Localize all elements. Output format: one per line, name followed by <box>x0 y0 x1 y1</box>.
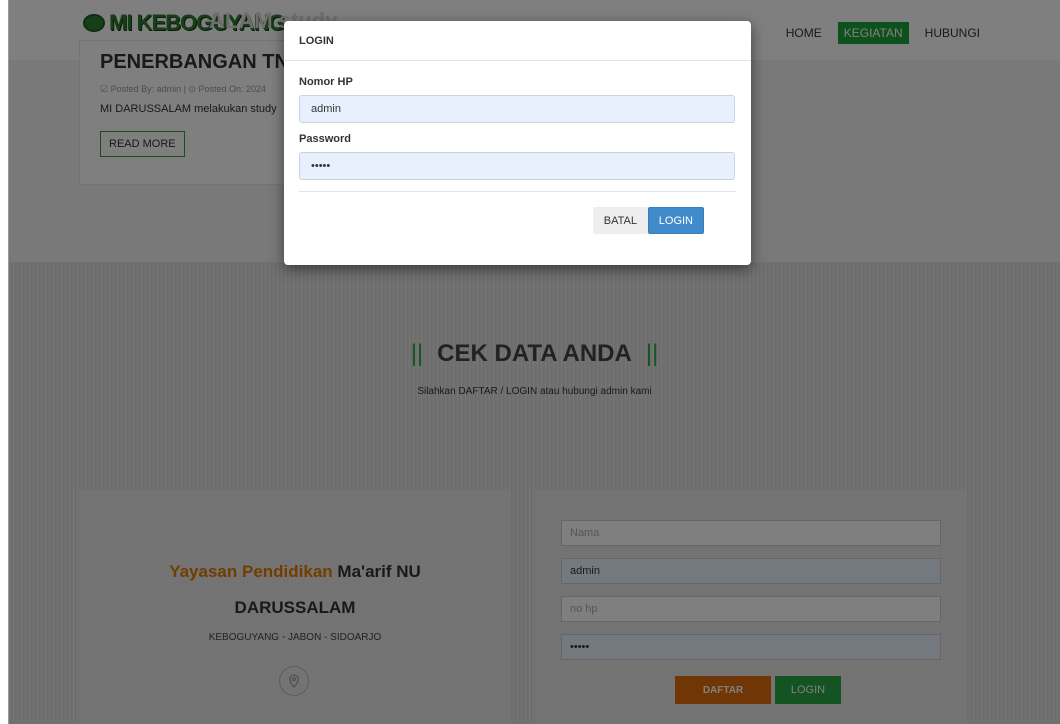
login-modal: LOGIN Nomor HP Password BATAL LOGIN <box>284 21 751 265</box>
cancel-button[interactable]: BATAL <box>592 207 648 234</box>
modal-body: Nomor HP Password <box>284 61 751 180</box>
page-frame: MI KEBOGUYANG ALAM study HOME KEGIATAN H… <box>8 0 1060 724</box>
phone-input[interactable] <box>299 95 735 123</box>
password-input[interactable] <box>299 152 735 180</box>
password-label: Password <box>299 133 351 145</box>
modal-footer: BATAL LOGIN <box>299 191 736 234</box>
login-submit-button[interactable]: LOGIN <box>647 207 704 234</box>
modal-title: LOGIN <box>284 21 751 61</box>
phone-label: Nomor HP <box>299 76 353 88</box>
